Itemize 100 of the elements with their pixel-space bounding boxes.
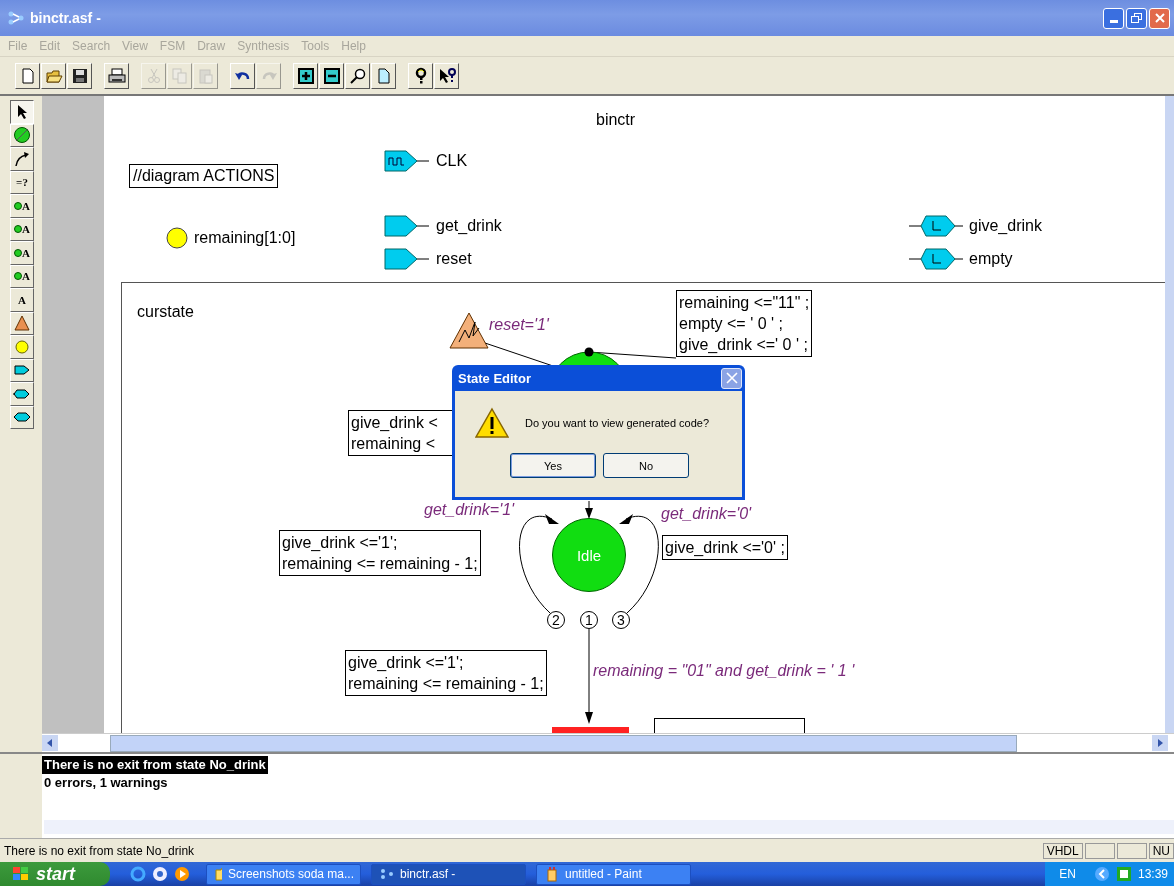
paste-icon <box>196 66 215 85</box>
action-text: give_drink <=' 0 ' ; <box>679 335 809 355</box>
context-help-icon <box>437 66 456 85</box>
dialog-title: State Editor <box>458 370 531 386</box>
output-message[interactable]: 0 errors, 1 warnings <box>42 774 170 792</box>
output-message[interactable]: There is no exit from state No_drink <box>42 756 268 774</box>
condition-tool[interactable]: =? <box>10 170 34 194</box>
reset-tool[interactable] <box>10 311 34 335</box>
windows-logo-icon <box>12 866 30 882</box>
action-text: give_drink < <box>351 413 439 433</box>
reset-icon <box>449 312 489 349</box>
print-button[interactable] <box>104 62 129 89</box>
status-pane <box>1084 843 1115 859</box>
output-port-icon <box>909 248 963 270</box>
taskbar-button[interactable]: untitled - Paint <box>536 863 691 885</box>
zoom-in-icon <box>296 66 315 85</box>
left-arrow-icon <box>46 739 54 747</box>
signal-name: give_drink <box>969 217 1042 235</box>
action-text: remaining < <box>351 434 437 454</box>
language-indicator[interactable]: EN <box>1059 867 1076 881</box>
input-port-icon <box>13 364 31 377</box>
action-text: give_drink <='0' ; <box>665 538 785 558</box>
input-port-icon <box>384 215 430 237</box>
clock: 13:39 <box>1137 867 1168 881</box>
signal-name: CLK <box>436 152 468 170</box>
transition-condition: remaining = "01" and get_drink = ' 1 ' <box>593 662 855 680</box>
transition-tool[interactable] <box>10 147 34 171</box>
taskbar-button[interactable]: Screenshots soda ma... <box>206 863 361 885</box>
restore-icon <box>1130 12 1143 24</box>
text-tool[interactable]: A <box>10 288 34 312</box>
page-button[interactable] <box>371 62 396 89</box>
curved-arrow-icon <box>13 149 31 168</box>
dialog-button[interactable]: Yes <box>510 453 596 478</box>
dialog-button[interactable]: No <box>603 453 689 478</box>
reset-condition: reset='1' <box>489 316 549 334</box>
output-port-icon <box>909 215 963 237</box>
input-tool[interactable] <box>10 358 34 382</box>
zoom-button[interactable] <box>345 62 370 89</box>
state-tool[interactable] <box>10 123 34 147</box>
browser-icon[interactable] <box>130 866 146 882</box>
action-text: give_drink <='1'; <box>282 533 399 553</box>
close-icon <box>1154 13 1165 23</box>
zoom-out-icon <box>322 66 341 85</box>
status-message: There is no exit from state No_drink <box>4 844 196 858</box>
zoom-in-button[interactable] <box>293 62 318 89</box>
open-button[interactable] <box>41 62 66 89</box>
triangle-icon <box>14 315 30 332</box>
copy-icon <box>170 66 189 85</box>
variable-tool[interactable] <box>10 335 34 359</box>
window-title: binctr.asf - <box>30 10 101 26</box>
undo-button[interactable] <box>230 62 255 89</box>
dot-icon <box>14 272 22 281</box>
vertical-scrollbar[interactable] <box>1165 96 1174 733</box>
transition-condition: get_drink='1' <box>424 501 515 519</box>
diagram-title: binctr <box>596 111 636 129</box>
transition-action-tool[interactable]: A <box>10 264 34 288</box>
start-button[interactable]: start <box>0 862 110 886</box>
close-button[interactable] <box>721 367 742 389</box>
transition-condition: get_drink='0' <box>661 505 752 523</box>
taskbar-button[interactable]: binctr.asf - <box>371 863 526 885</box>
media-player-icon[interactable] <box>174 866 190 882</box>
priority-circle: 3 <box>612 611 630 629</box>
help-button[interactable] <box>408 62 433 89</box>
right-arrow-icon <box>1156 739 1164 747</box>
action-text: empty <= ' 0 ' ; <box>679 314 784 334</box>
print-icon <box>107 66 126 85</box>
action-text: remaining <= remaining - 1; <box>348 674 544 694</box>
paint-icon <box>545 866 559 882</box>
browser-icon[interactable] <box>152 866 168 882</box>
context-help-button[interactable] <box>434 62 459 89</box>
signal-name: empty <box>969 250 1013 268</box>
clock-port-icon <box>384 150 430 172</box>
fsm-icon <box>8 11 24 25</box>
new-button[interactable] <box>15 62 40 89</box>
pointer-tool[interactable] <box>10 100 34 124</box>
inout-tool[interactable] <box>10 405 34 429</box>
entry-action-tool[interactable]: A <box>10 194 34 218</box>
network-icon[interactable] <box>1115 866 1132 882</box>
minimize-button[interactable] <box>1103 7 1124 29</box>
dot-icon <box>14 201 22 210</box>
save-button[interactable] <box>67 62 92 89</box>
signal-name: reset <box>436 250 472 268</box>
state-icon <box>13 126 31 145</box>
folder-icon <box>215 867 222 881</box>
inout-port-icon <box>13 411 31 424</box>
transition-arrow <box>585 500 593 519</box>
chevron-icon[interactable] <box>1093 866 1110 882</box>
exit-action-tool[interactable]: A <box>10 241 34 265</box>
state-action-tool[interactable]: A <box>10 217 34 241</box>
zoom-out-button[interactable] <box>319 62 344 89</box>
variable-icon <box>166 227 188 249</box>
action-text: give_drink <='1'; <box>348 653 465 673</box>
dot-icon <box>14 248 22 257</box>
maximize-button[interactable] <box>1126 7 1147 29</box>
warning-icon <box>475 407 509 439</box>
output-tool[interactable] <box>10 382 34 406</box>
fsm-icon <box>380 868 394 880</box>
actions-label: //diagram ACTIONS <box>129 164 279 188</box>
state-circle: Idle <box>552 518 626 592</box>
close-icon <box>725 372 738 384</box>
